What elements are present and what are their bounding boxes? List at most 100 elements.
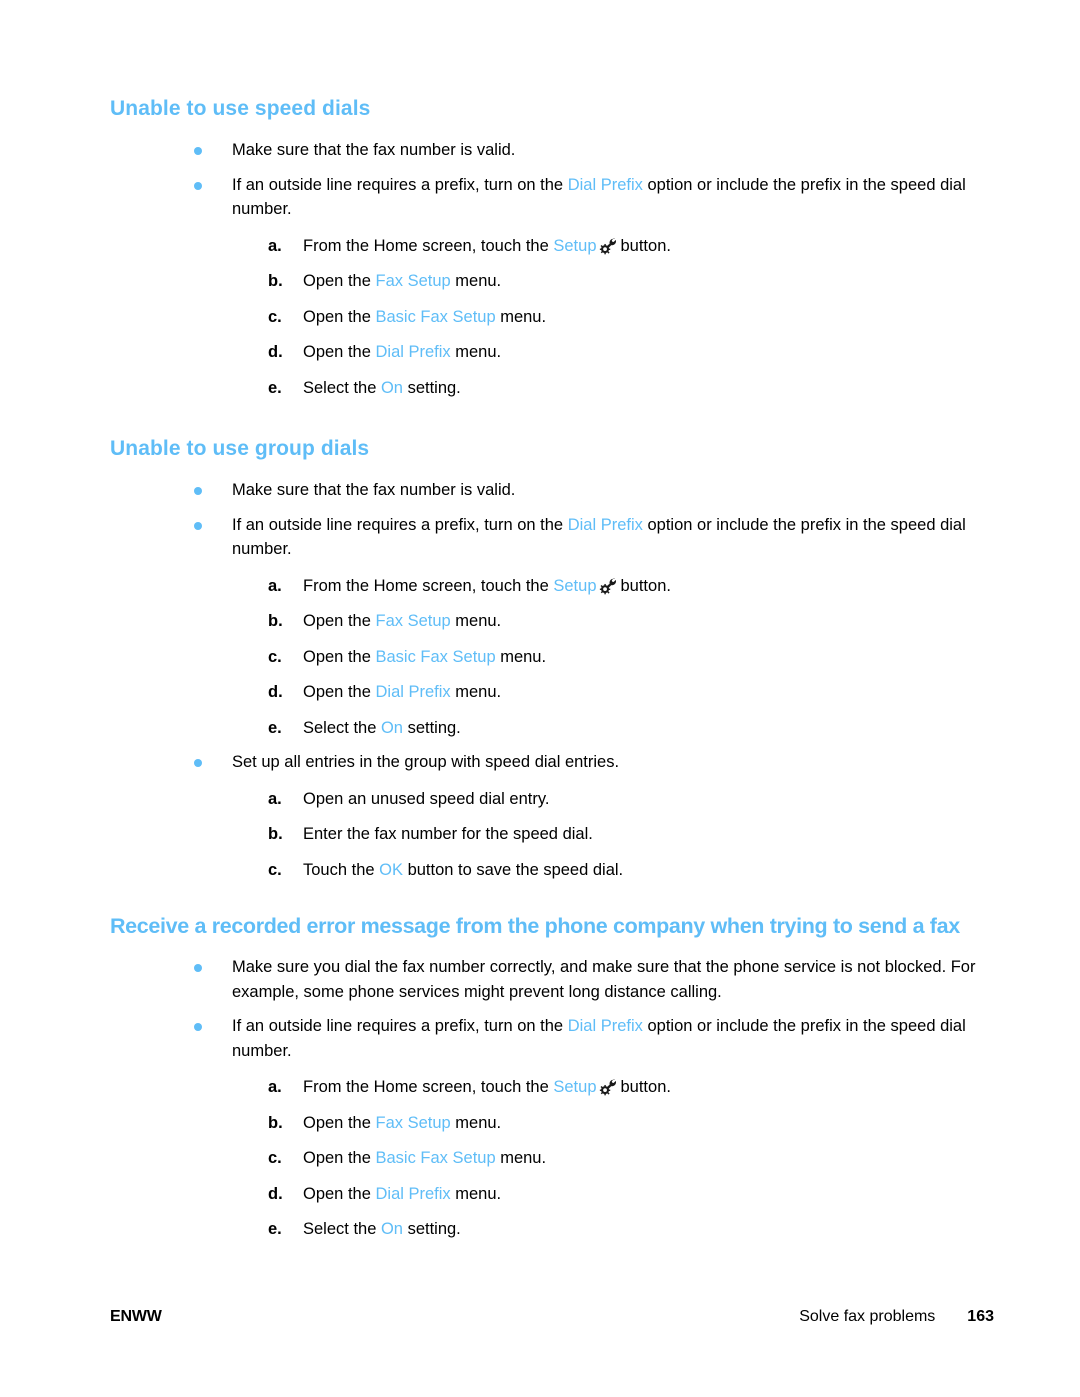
ui-term: Fax Setup (375, 1113, 451, 1132)
bullet-dot-icon (194, 1023, 202, 1031)
body-text: Open the (303, 612, 376, 630)
bullet-list: Make sure that the fax number is valid. I… (110, 478, 990, 882)
body-text: Open the (303, 1113, 376, 1132)
substep-marker: e. (268, 1220, 282, 1238)
substep-marker: a. (268, 576, 282, 595)
body-text: Set up all entries in the group with spe… (232, 753, 620, 771)
substep-list: a. From the Home screen, touch the Setup b… (232, 574, 990, 741)
ui-term: Fax Setup (375, 272, 451, 290)
section: Unable to use speed dials (110, 96, 990, 122)
bullet-item: Make sure you dial the fax number correc… (110, 955, 990, 1004)
ui-term: Dial Prefix (567, 175, 643, 194)
body-text: Enter the fax number for the speed dial. (303, 825, 593, 843)
substep-item: d. Open the Dial Prefix menu. (268, 1182, 990, 1207)
substep-item: a. From the Home screen, touch the Setup b… (268, 1075, 990, 1100)
page-footer: ENWW Solve fax problems 163 (110, 1308, 994, 1326)
bullet-list: Make sure you dial the fax number correc… (110, 955, 990, 1242)
sections-container: Unable to use speed dials Make sure that … (110, 96, 990, 1242)
bullet-item: Make sure that the fax number is valid. (110, 138, 990, 163)
body-text: Open the (303, 683, 376, 701)
substep-text: Open the Fax Setup menu. (303, 609, 990, 634)
substep-marker: d. (268, 1184, 283, 1203)
ui-term: Basic Fax Setup (375, 1149, 496, 1167)
page-content: Unable to use speed dials Make sure that … (110, 96, 990, 1242)
setup-wrench-gear-icon (599, 577, 618, 595)
bullet-dot-icon (194, 964, 202, 972)
substep-text: Open the Basic Fax Setup menu. (303, 645, 990, 670)
body-text: menu. (450, 1184, 502, 1203)
ui-term: Dial Prefix (567, 1017, 643, 1035)
ui-term: Setup (553, 576, 597, 595)
ui-term: Dial Prefix (567, 515, 643, 534)
substep-marker: b. (268, 612, 283, 630)
body-text: menu. (495, 647, 547, 666)
bullet-text: If an outside line requires a prefix, tu… (232, 513, 990, 562)
ui-term: On (380, 718, 403, 737)
substep-marker: b. (268, 272, 283, 290)
substep-text: Touch the OK button to save the speed di… (303, 858, 990, 883)
substep-text: Enter the fax number for the speed dial. (303, 822, 990, 847)
substep-marker: e. (268, 718, 282, 737)
bullet-text: If an outside line requires a prefix, tu… (232, 173, 990, 222)
footer-chapter-label: Solve fax problems (799, 1308, 936, 1325)
body-text: Open the (303, 307, 376, 326)
bullet-item: If an outside line requires a prefix, tu… (110, 1014, 990, 1242)
body-text: Make sure that the fax number is valid. (232, 141, 516, 159)
setup-wrench-gear-icon (599, 237, 618, 255)
body-text: button. (620, 1078, 671, 1096)
bullet-item: Make sure that the fax number is valid. (110, 478, 990, 503)
substep-item: d. Open the Dial Prefix menu. (268, 680, 990, 705)
substep-item: c. Open the Basic Fax Setup menu. (268, 1146, 990, 1171)
bullet-item: If an outside line requires a prefix, tu… (110, 513, 990, 741)
substep-text: Select the On setting. (303, 376, 990, 401)
ui-term: Setup (553, 1078, 597, 1096)
substep-text: From the Home screen, touch the Setup but… (303, 1075, 990, 1100)
body-text: setting. (402, 378, 461, 397)
body-text: Open the (303, 647, 376, 666)
body-text: Open the (303, 272, 376, 290)
ui-term: OK (379, 860, 403, 879)
substep-marker: a. (268, 789, 282, 808)
substep-text: Open the Dial Prefix menu. (303, 1182, 990, 1207)
footer-locale-label: ENWW (110, 1308, 162, 1325)
substep-item: b. Open the Fax Setup menu. (268, 269, 990, 294)
substep-text: Open an unused speed dial entry. (303, 787, 990, 812)
substep-item: a. From the Home screen, touch the Setup b… (268, 234, 990, 259)
substep-text: Open the Dial Prefix menu. (303, 680, 990, 705)
substep-item: e. Select the On setting. (268, 1217, 990, 1242)
body-text: button. (620, 236, 671, 255)
body-text: If an outside line requires a prefix, tu… (232, 1017, 568, 1035)
body-text: menu. (450, 272, 502, 290)
ui-term: Basic Fax Setup (375, 307, 496, 326)
substep-marker: d. (268, 343, 283, 361)
body-text: From the Home screen, touch the (303, 1078, 554, 1096)
substep-text: Select the On setting. (303, 716, 990, 741)
body-text: setting. (402, 1220, 461, 1238)
substep-marker: a. (268, 1078, 282, 1096)
substep-marker: c. (268, 647, 282, 666)
body-text: menu. (450, 683, 502, 701)
body-text: menu. (450, 343, 502, 361)
bullet-text: Set up all entries in the group with spe… (232, 750, 990, 775)
substep-item: b. Enter the fax number for the speed dia… (268, 822, 990, 847)
substep-item: c. Open the Basic Fax Setup menu. (268, 645, 990, 670)
substep-marker: a. (268, 236, 282, 255)
ui-term: On (380, 378, 403, 397)
substep-marker: e. (268, 378, 282, 397)
substep-marker: c. (268, 307, 282, 326)
substep-text: Open the Basic Fax Setup menu. (303, 1146, 990, 1171)
body-text: If an outside line requires a prefix, tu… (232, 175, 568, 194)
body-text: menu. (495, 1149, 547, 1167)
body-text: From the Home screen, touch the (303, 236, 554, 255)
body-text: From the Home screen, touch the (303, 576, 554, 595)
substep-marker: c. (268, 1149, 282, 1167)
body-text: Touch the (303, 860, 380, 879)
substep-text: Open the Fax Setup menu. (303, 1111, 990, 1136)
setup-wrench-gear-icon (599, 1078, 618, 1096)
substep-text: Open the Dial Prefix menu. (303, 340, 990, 365)
substep-item: d. Open the Dial Prefix menu. (268, 340, 990, 365)
substep-list: a. Open an unused speed dial entry. b. Ente… (232, 787, 990, 883)
substep-marker: b. (268, 1113, 283, 1132)
substep-item: a. Open an unused speed dial entry. (268, 787, 990, 812)
section-heading: Receive a recorded error message from th… (110, 914, 960, 938)
